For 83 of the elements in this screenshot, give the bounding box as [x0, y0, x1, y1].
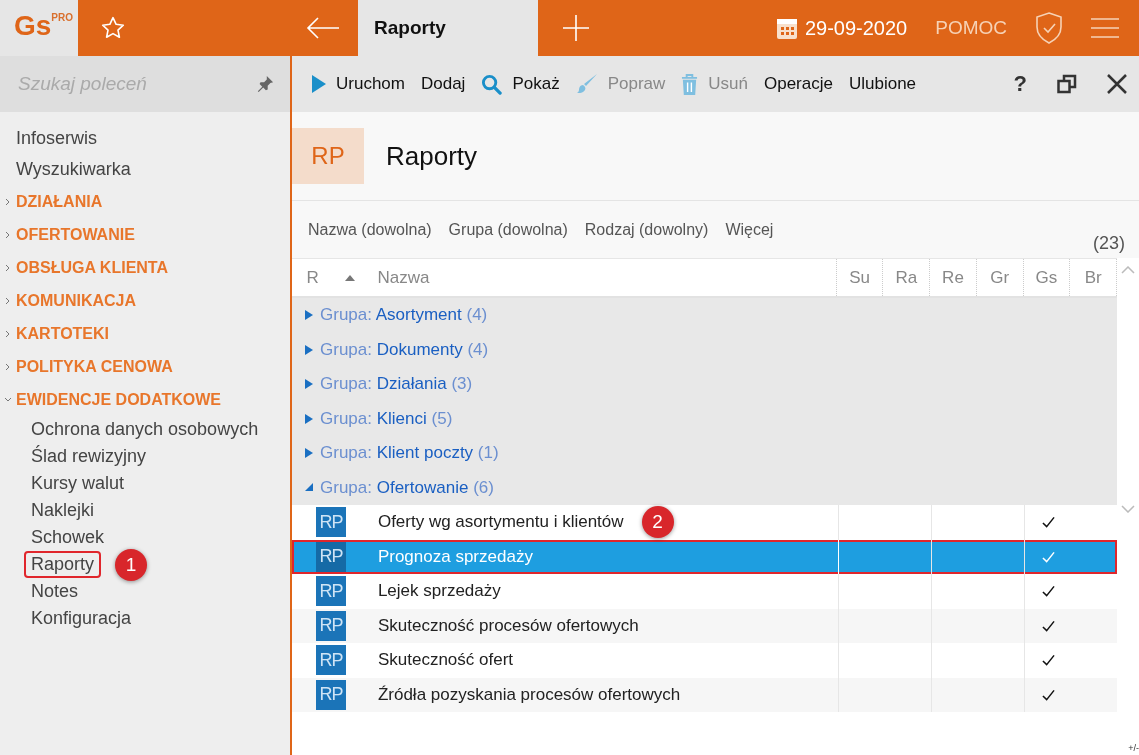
sidebar-item[interactable]: Kursy walut — [24, 470, 132, 497]
record-count: (23) — [1093, 233, 1125, 254]
table-cell: Oferty wg asortymentu i klientów — [377, 512, 624, 533]
search-icon — [481, 73, 503, 95]
caret-icon[interactable] — [305, 448, 313, 459]
toolbar-button[interactable]: Dodaj — [412, 64, 474, 104]
column-header[interactable]: Br — [1084, 267, 1102, 288]
column-header[interactable]: Su — [849, 267, 870, 288]
sidebar-item[interactable]: Naklejki — [24, 497, 102, 524]
sidebar-item[interactable]: Ochrona danych osobowych — [24, 416, 266, 443]
table-cell: Skuteczność procesów ofertowych — [377, 615, 639, 636]
group-row[interactable]: Grupa: Ofertowanie (6) — [292, 470, 1117, 505]
expand-toggle[interactable]: +/- — [1128, 743, 1139, 753]
menu-icon[interactable] — [1091, 18, 1119, 38]
group-row[interactable]: Grupa: Asortyment (4) — [292, 298, 1117, 333]
sidebar-item[interactable]: Ślad rewizyjny — [24, 443, 154, 470]
group-row[interactable]: Grupa: Klienci (5) — [292, 401, 1117, 436]
report-badge: RP — [315, 645, 346, 676]
caret-icon[interactable] — [305, 379, 313, 390]
chevron-icon[interactable] — [4, 197, 12, 206]
column-header[interactable]: Gr — [990, 267, 1010, 288]
shield-icon[interactable] — [1035, 12, 1063, 44]
table-row[interactable]: RP Skuteczność procesów ofertowych — [292, 608, 1117, 643]
callout-badge: 2 — [641, 506, 674, 539]
table-row[interactable]: RP Źródła pozyskania procesów ofertowych — [292, 677, 1117, 712]
brush-icon — [575, 73, 598, 95]
tab[interactable]: Raporty — [358, 0, 538, 56]
table-row[interactable]: RP Prognoza sprzedaży — [292, 539, 1117, 574]
group-row[interactable]: Grupa: Klient poczty (1) — [292, 436, 1117, 471]
table-cell: Skuteczność ofert — [377, 650, 514, 671]
column-header[interactable]: R — [306, 267, 319, 288]
sidebar-item[interactable]: Schowek — [24, 524, 112, 551]
play-icon — [312, 75, 326, 93]
table-cell: Źródła pozyskania procesów ofertowych — [377, 684, 681, 705]
toolbar-button[interactable]: Uruchom — [304, 64, 413, 104]
column-header[interactable]: Gs — [1035, 267, 1058, 288]
sort-arrow-icon[interactable] — [344, 274, 355, 281]
chevron-icon[interactable] — [4, 263, 12, 272]
chevron-icon[interactable] — [4, 362, 12, 371]
group-row[interactable]: Grupa: Działania (3) — [292, 367, 1117, 402]
caret-icon[interactable] — [305, 344, 313, 355]
table-cell: Lejek sprzedaży — [377, 581, 501, 602]
chevron-icon[interactable] — [4, 395, 12, 404]
chevron-icon[interactable] — [4, 230, 12, 239]
report-badge: RP — [315, 576, 346, 607]
filter-link[interactable]: Nazwa (dowolna) — [308, 221, 432, 239]
toolbar-button[interactable]: Pokaż — [473, 64, 568, 104]
caret-icon[interactable] — [305, 413, 313, 424]
filter-link[interactable]: Rodzaj (dowolny) — [584, 221, 709, 239]
restore-icon[interactable] — [1057, 74, 1077, 94]
pin-icon[interactable] — [256, 75, 274, 93]
report-badge: RP — [315, 679, 346, 710]
report-badge: RP — [315, 507, 346, 538]
trash-icon — [681, 73, 699, 95]
report-badge: RP — [315, 610, 346, 641]
help-button[interactable]: ? — [1013, 71, 1027, 97]
chevron-icon[interactable] — [4, 296, 12, 305]
filter-link[interactable]: Więcej — [725, 221, 774, 239]
sidebar-item[interactable]: Infoserwis — [0, 123, 290, 154]
sidebar-item[interactable]: Wyszukiwarka — [0, 154, 290, 185]
callout-badge: 1 — [115, 548, 148, 581]
report-badge: RP — [315, 541, 346, 572]
filter-link[interactable]: Grupa (dowolna) — [448, 221, 568, 239]
star-icon[interactable] — [100, 15, 126, 41]
toolbar-button[interactable]: Ulubione — [840, 64, 925, 104]
sidebar-item[interactable]: Notes — [24, 578, 86, 605]
calendar-icon — [776, 17, 797, 39]
sidebar-item[interactable]: Raporty — [24, 551, 102, 578]
plus-icon[interactable] — [563, 15, 589, 41]
page-title: Raporty — [386, 140, 478, 172]
caret-icon[interactable] — [305, 310, 313, 321]
chevron-icon[interactable] — [4, 329, 12, 338]
back-arrow-icon[interactable] — [306, 17, 340, 39]
group-row[interactable]: Grupa: Dokumenty (4) — [292, 332, 1117, 367]
toolbar-button[interactable]: Operacje — [755, 64, 841, 104]
report-badge: RP — [292, 128, 364, 184]
close-icon[interactable] — [1107, 74, 1127, 94]
column-header[interactable]: Nazwa — [377, 267, 430, 288]
column-header[interactable]: Re — [942, 267, 964, 288]
table-cell: Prognoza sprzedaży — [377, 546, 533, 567]
sidebar-item[interactable]: Konfiguracja — [24, 605, 139, 632]
column-header[interactable]: Ra — [895, 267, 918, 288]
caret-icon[interactable] — [305, 482, 313, 493]
